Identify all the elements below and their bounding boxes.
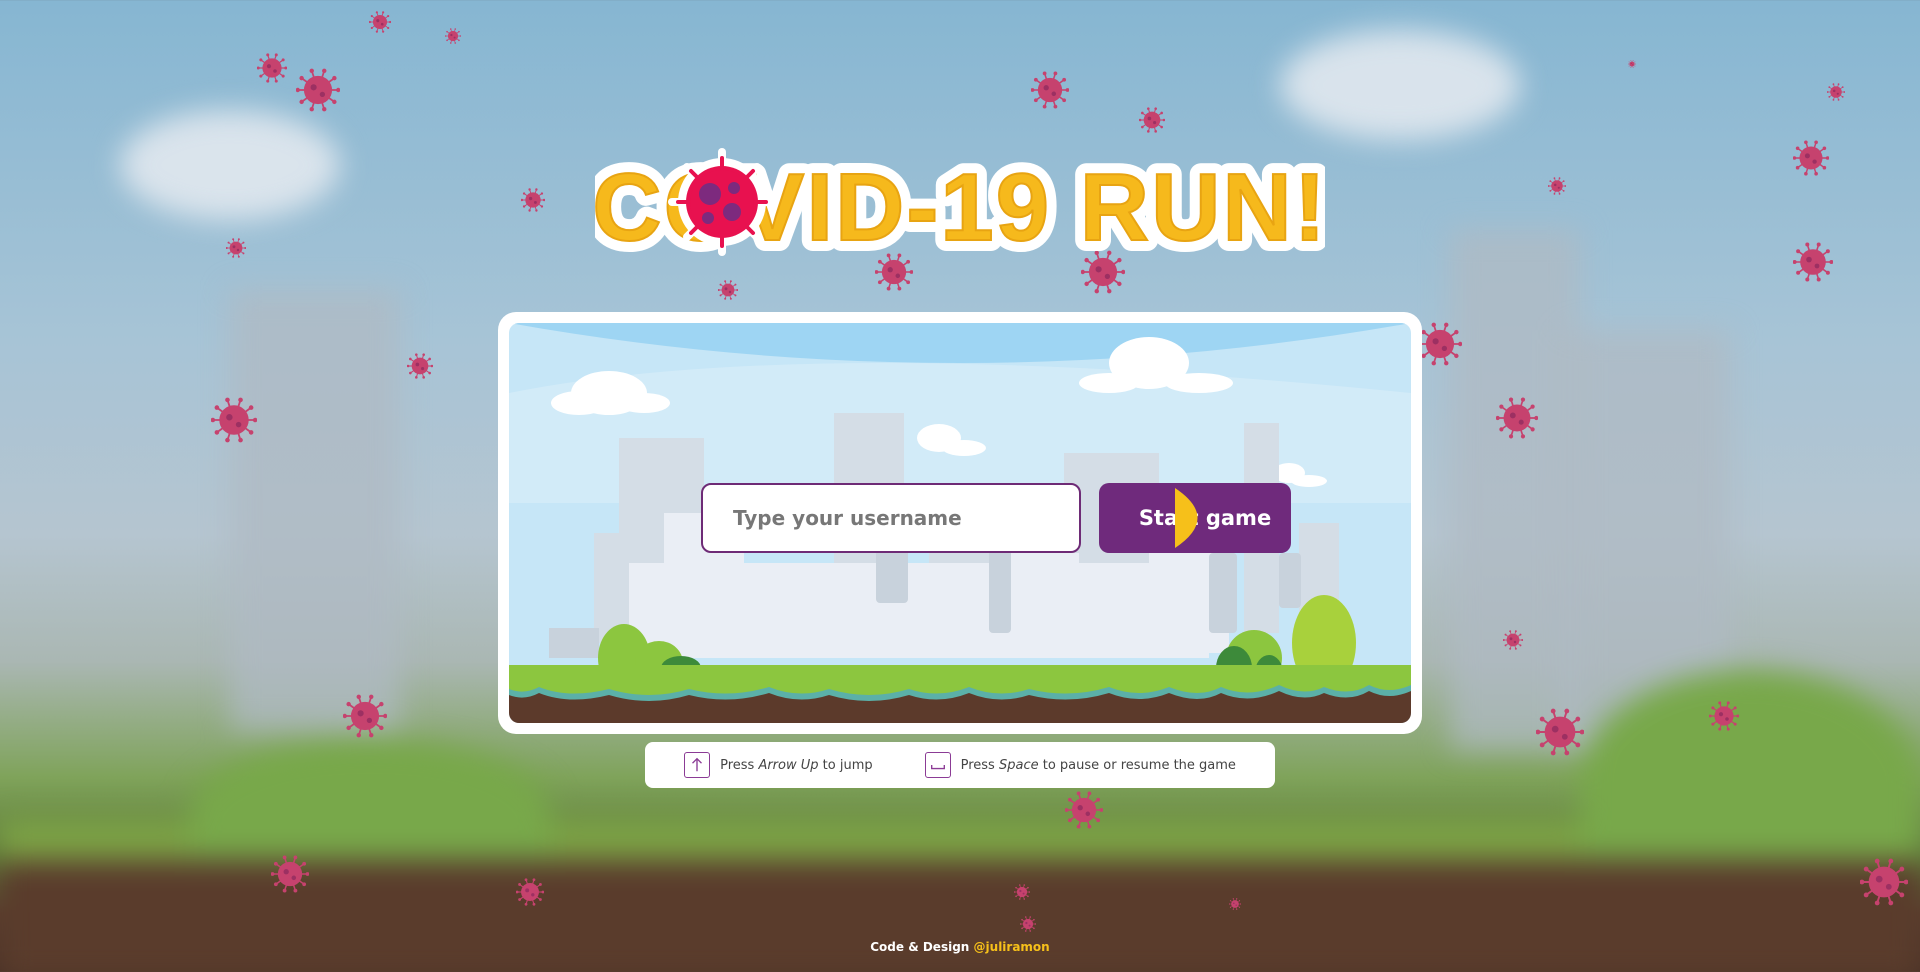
virus-icon [1503,630,1523,650]
virus-icon [1548,177,1566,195]
start-game-button[interactable]: Start game [1099,483,1291,553]
virus-icon [1031,71,1069,109]
game-frame: Start game [498,312,1422,734]
virus-icon [1014,884,1030,900]
play-icon [1119,488,1198,548]
virus-icon [343,694,387,738]
jump-key: Arrow Up [758,757,819,773]
virus-icon [1418,322,1462,366]
virus-icon [1065,791,1103,829]
virus-icon [257,53,287,83]
game-title: COVID-19 RUN! COVID-19 RUN! [581,140,1336,272]
username-input[interactable] [701,483,1081,553]
virus-icon [445,28,461,44]
virus-icon [407,353,433,379]
footer-text: Code & Design [870,940,970,954]
title-virus-icon [668,148,776,256]
virus-icon [1536,708,1584,756]
controls-help: Press Arrow Up to jump Press Space to pa… [645,742,1275,788]
virus-icon [369,11,391,33]
game-scene: Start game [509,323,1411,723]
pause-prefix: Press [960,757,995,773]
pause-instruction: Press Space to pause or resume the game [924,752,1236,778]
virus-icon [211,397,257,443]
virus-icon [1496,397,1538,439]
virus-icon [226,238,246,258]
virus-icon [1229,898,1241,910]
virus-icon [516,878,544,906]
virus-icon [718,280,738,300]
virus-icon [1860,858,1908,906]
virus-icon [1793,242,1833,282]
virus-icon [1020,916,1036,932]
jump-suffix: to jump [822,757,873,773]
virus-icon [1139,107,1165,133]
virus-icon [1628,60,1636,68]
virus-icon [1793,140,1829,176]
virus-icon [1709,701,1739,731]
footer-credit: Code & Design @juliramon [0,940,1920,954]
virus-icon [271,855,309,893]
game-title-logo: COVID-19 RUN! COVID-19 RUN! [581,143,1336,272]
pause-key: Space [998,757,1039,773]
arrow-up-key-icon [684,752,711,778]
pause-suffix: to pause or resume the game [1042,757,1236,773]
virus-icon [521,188,545,212]
author-link[interactable]: @juliramon [974,940,1050,954]
space-key-icon [924,752,951,778]
jump-prefix: Press [720,757,755,773]
virus-icon [296,68,340,112]
jump-instruction: Press Arrow Up to jump [684,752,873,778]
virus-icon [1827,83,1845,101]
